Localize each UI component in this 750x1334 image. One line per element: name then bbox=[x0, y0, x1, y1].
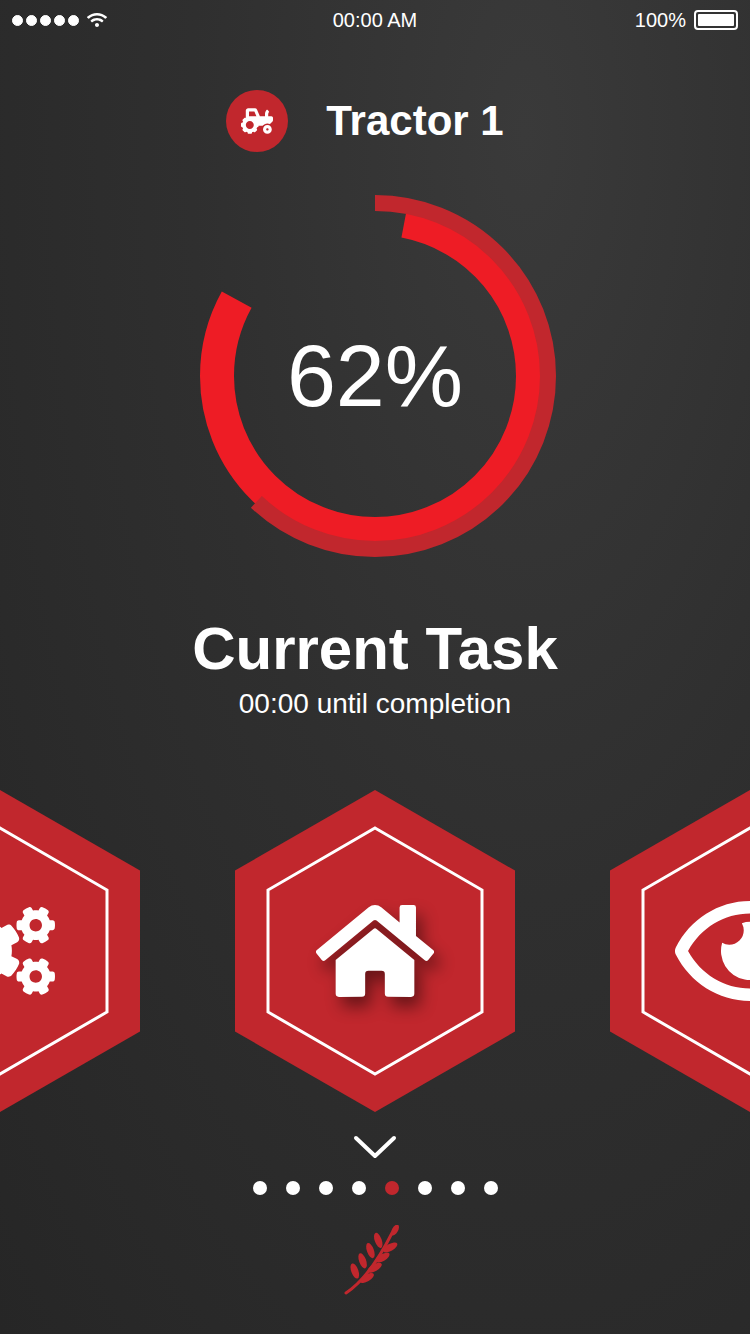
page-dot[interactable] bbox=[253, 1181, 267, 1195]
progress-reading: 62% bbox=[287, 325, 463, 427]
home-button[interactable] bbox=[235, 790, 515, 1112]
screen: 00:00 AM 100% Tractor 1 62% Current Task 00:0… bbox=[0, 0, 750, 1334]
page-dot[interactable] bbox=[418, 1181, 432, 1195]
header-title: Tractor 1 bbox=[326, 97, 503, 145]
chevron-down-icon[interactable] bbox=[353, 1134, 397, 1160]
battery-icon bbox=[694, 10, 738, 30]
page-dot[interactable] bbox=[451, 1181, 465, 1195]
view-button[interactable] bbox=[610, 790, 750, 1112]
battery-fill bbox=[698, 14, 734, 26]
wheat-logo-icon bbox=[340, 1225, 410, 1297]
hex-outline bbox=[610, 790, 750, 1112]
page-dot[interactable] bbox=[484, 1181, 498, 1195]
status-left bbox=[12, 10, 333, 30]
hex-outline bbox=[0, 790, 140, 1112]
signal-dot bbox=[54, 15, 65, 26]
battery-reading: 100% bbox=[635, 9, 686, 32]
tractor-icon bbox=[241, 105, 273, 137]
signal-dot bbox=[40, 15, 51, 26]
gears-icon bbox=[0, 896, 55, 1006]
status-bar: 00:00 AM 100% bbox=[0, 0, 750, 40]
status-right: 100% bbox=[417, 9, 738, 32]
ring-progress-arc bbox=[202, 203, 548, 549]
home-icon bbox=[316, 892, 434, 1010]
tractor-badge bbox=[226, 90, 288, 152]
page-dot[interactable] bbox=[319, 1181, 333, 1195]
page-dots bbox=[253, 1181, 498, 1195]
signal-dot bbox=[26, 15, 37, 26]
page-dot[interactable] bbox=[352, 1181, 366, 1195]
header: Tractor 1 bbox=[226, 90, 503, 152]
wifi-icon bbox=[87, 10, 107, 30]
signal-dot bbox=[12, 15, 23, 26]
task-subtitle: 00:00 until completion bbox=[239, 687, 511, 721]
progress-ring: 62% bbox=[184, 185, 566, 567]
signal-dot bbox=[68, 15, 79, 26]
page-dot[interactable] bbox=[286, 1181, 300, 1195]
task-title: Current Task bbox=[192, 615, 558, 683]
page-dot[interactable] bbox=[385, 1181, 399, 1195]
settings-button[interactable] bbox=[0, 790, 140, 1112]
menu-carousel[interactable] bbox=[0, 790, 750, 1112]
status-time: 00:00 AM bbox=[333, 9, 418, 32]
ring-inner-arc bbox=[217, 218, 533, 534]
signal-icon bbox=[12, 15, 79, 26]
eye-icon bbox=[675, 876, 750, 1026]
